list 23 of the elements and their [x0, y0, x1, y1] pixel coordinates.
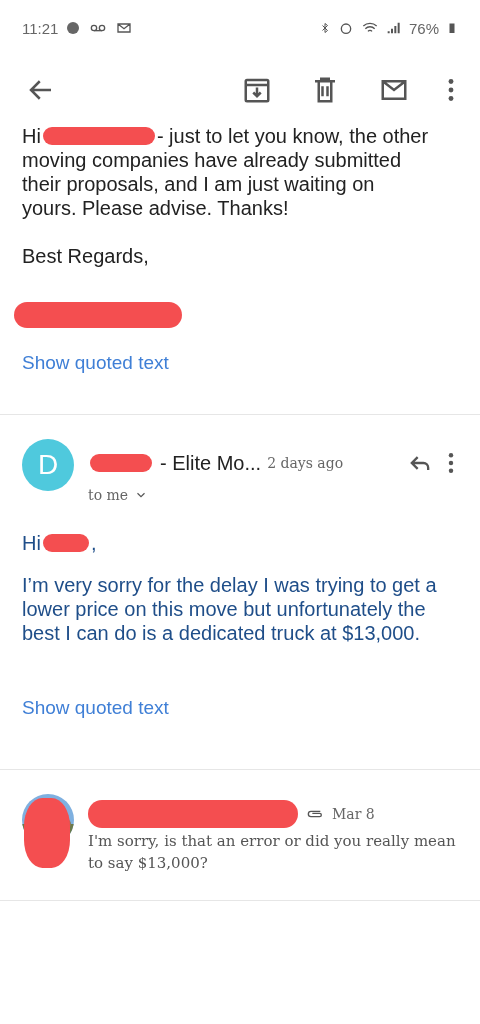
- more-vertical-icon: [448, 79, 454, 101]
- show-quoted-link[interactable]: Show quoted text: [22, 697, 169, 719]
- show-quoted-link[interactable]: Show quoted text: [22, 352, 169, 374]
- more-vertical-icon: [448, 453, 454, 473]
- message-text: - just to let you know, the other: [156, 124, 429, 148]
- mail-icon: [115, 20, 134, 36]
- message-text: moving companies have already submitted their proposals, and I am just waiting on yours. Please advise. Thanks!: [22, 148, 403, 220]
- redaction-mark: [90, 454, 152, 472]
- signoff-text: Best Regards,: [22, 244, 150, 268]
- message-time: 2 days ago: [267, 455, 344, 471]
- greeting-text: Hi: [22, 531, 41, 555]
- recipient-text: to me: [88, 487, 129, 503]
- message-snippet: I'm sorry, is that an error or did you really mean to say $13,000?: [88, 831, 457, 874]
- greeting-text: Hi: [22, 124, 41, 148]
- signal-icon: [385, 20, 402, 36]
- clock-time: 11:21: [22, 19, 59, 37]
- battery-level: 76%: [408, 19, 439, 37]
- redaction-mark: [42, 534, 89, 552]
- sender-name: - Elite Mo...: [160, 451, 262, 475]
- message-text: I’m very sorry for the delay I was trying to get a lower price on this move but unfortunately the best I can do is a dedicated truck at $13,000.: [22, 573, 438, 645]
- sender-avatar: D: [22, 439, 74, 491]
- greeting-comma: ,: [90, 531, 97, 555]
- message-date: Mar 8: [332, 806, 375, 822]
